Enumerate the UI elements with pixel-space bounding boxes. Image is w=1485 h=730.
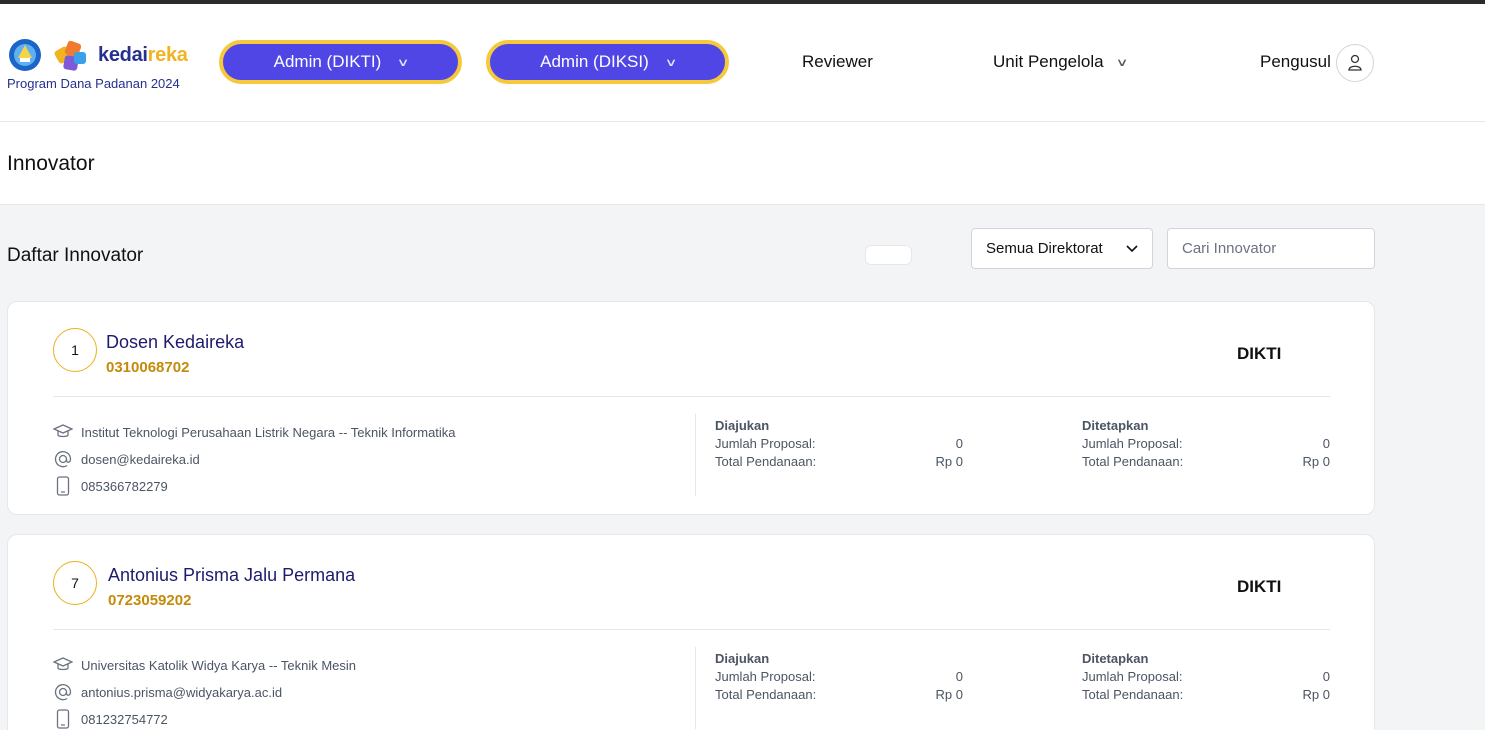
at-sign-icon bbox=[53, 682, 73, 702]
diajukan-heading: Diajukan bbox=[715, 418, 770, 433]
institution-text: Institut Teknologi Perusahaan Listrik Ne… bbox=[81, 424, 456, 440]
jumlah-proposal-label: Jumlah Proposal: bbox=[715, 669, 816, 684]
jumlah-proposal-label: Jumlah Proposal: bbox=[1082, 669, 1183, 684]
email-text: antonius.prisma@widyakarya.ac.id bbox=[81, 684, 283, 700]
nav-unit-pengelola[interactable]: Unit Pengelola ∨ bbox=[993, 52, 1129, 72]
innovator-id: 0310068702 bbox=[106, 359, 190, 376]
chevron-down-icon bbox=[1126, 244, 1138, 252]
chevron-down-icon: ∨ bbox=[1115, 56, 1129, 69]
diajukan-jumlah-value: 0 bbox=[955, 436, 963, 451]
institution-row: Institut Teknologi Perusahaan Listrik Ne… bbox=[53, 422, 456, 442]
admin-diksi-label: Admin (DIKSI) bbox=[540, 52, 649, 71]
admin-dikti-button[interactable]: Admin (DIKTI) ∨ bbox=[219, 40, 462, 84]
tut-wuri-logo-icon bbox=[9, 39, 41, 71]
vertical-divider bbox=[695, 647, 696, 729]
brand-name: kedaireka bbox=[98, 44, 188, 66]
phone-icon bbox=[53, 709, 73, 729]
diajukan-total-value: Rp 0 bbox=[935, 687, 963, 702]
phone-icon bbox=[53, 476, 73, 496]
divider bbox=[53, 629, 1330, 630]
innovator-directorate: DIKTI bbox=[1237, 344, 1282, 363]
innovator-name[interactable]: Antonius Prisma Jalu Permana bbox=[108, 565, 355, 586]
nav-pengusul-label: Pengusul bbox=[1260, 52, 1331, 71]
phone-row: 085366782279 bbox=[53, 476, 168, 496]
user-icon bbox=[1348, 54, 1362, 71]
search-input[interactable] bbox=[1167, 228, 1375, 269]
graduation-cap-icon bbox=[53, 655, 73, 675]
ditetapkan-total-value: Rp 0 bbox=[1302, 454, 1330, 469]
ditetapkan-jumlah-value: 0 bbox=[1322, 436, 1330, 451]
total-pendanaan-label: Total Pendanaan: bbox=[1082, 687, 1184, 702]
directorate-select-value: Semua Direktorat bbox=[986, 240, 1103, 257]
graduation-cap-icon bbox=[53, 422, 73, 442]
email-row: antonius.prisma@widyakarya.ac.id bbox=[53, 682, 282, 702]
user-avatar-button[interactable] bbox=[1336, 44, 1374, 82]
ditetapkan-heading: Ditetapkan bbox=[1082, 418, 1149, 433]
chevron-down-icon: ∨ bbox=[664, 56, 678, 69]
ditetapkan-jumlah-value: 0 bbox=[1322, 669, 1330, 684]
diajukan-jumlah-value: 0 bbox=[955, 669, 963, 684]
email-row: dosen@kedaireka.id bbox=[53, 449, 200, 469]
app-header: kedaireka Program Dana Padanan 2024 Admi… bbox=[0, 4, 1485, 122]
phone-text: 085366782279 bbox=[81, 478, 168, 494]
institution-row: Universitas Katolik Widya Karya -- Tekni… bbox=[53, 655, 356, 675]
page-title: Innovator bbox=[7, 152, 95, 175]
innovator-directorate: DIKTI bbox=[1237, 577, 1282, 596]
innovator-number: 1 bbox=[53, 328, 97, 372]
program-name: Program Dana Padanan 2024 bbox=[7, 76, 180, 91]
nav-pengusul[interactable]: Pengusul bbox=[1260, 52, 1331, 72]
diajukan-stats: Diajukan Jumlah Proposal: 0 Total Pendana… bbox=[715, 418, 963, 471]
nav-unit-pengelola-label: Unit Pengelola bbox=[993, 52, 1104, 71]
innovator-number: 7 bbox=[53, 561, 97, 605]
nav-reviewer-label: Reviewer bbox=[802, 52, 873, 71]
blank-toggle[interactable] bbox=[865, 245, 912, 265]
jumlah-proposal-label: Jumlah Proposal: bbox=[1082, 436, 1183, 451]
total-pendanaan-label: Total Pendanaan: bbox=[1082, 454, 1184, 469]
admin-dikti-label: Admin (DIKTI) bbox=[273, 52, 382, 71]
chevron-down-icon: ∨ bbox=[396, 56, 410, 69]
ditetapkan-heading: Ditetapkan bbox=[1082, 651, 1149, 666]
total-pendanaan-label: Total Pendanaan: bbox=[715, 454, 817, 469]
admin-diksi-button[interactable]: Admin (DIKSI) ∨ bbox=[486, 40, 729, 84]
divider bbox=[53, 396, 1330, 397]
directorate-select[interactable]: Semua Direktorat bbox=[971, 228, 1153, 269]
ditetapkan-stats: Ditetapkan Jumlah Proposal: 0 Total Penda… bbox=[1082, 418, 1330, 471]
innovator-id: 0723059202 bbox=[108, 592, 192, 609]
jumlah-proposal-label: Jumlah Proposal: bbox=[715, 436, 816, 451]
innovator-name[interactable]: Dosen Kedaireka bbox=[106, 332, 244, 353]
kedaireka-logo[interactable]: kedaireka Program Dana Padanan 2024 bbox=[7, 38, 208, 98]
list-title: Daftar Innovator bbox=[7, 245, 144, 266]
phone-row: 081232754772 bbox=[53, 709, 168, 729]
diajukan-total-value: Rp 0 bbox=[935, 454, 963, 469]
innovator-card[interactable]: 7 Antonius Prisma Jalu Permana 072305920… bbox=[7, 534, 1375, 730]
ditetapkan-stats: Ditetapkan Jumlah Proposal: 0 Total Penda… bbox=[1082, 651, 1330, 704]
innovator-card[interactable]: 1 Dosen Kedaireka 0310068702 DIKTI Insti… bbox=[7, 301, 1375, 515]
nav-reviewer[interactable]: Reviewer bbox=[802, 52, 873, 72]
diajukan-heading: Diajukan bbox=[715, 651, 770, 666]
phone-text: 081232754772 bbox=[81, 711, 168, 727]
at-sign-icon bbox=[53, 449, 73, 469]
vertical-divider bbox=[695, 414, 696, 496]
total-pendanaan-label: Total Pendanaan: bbox=[715, 687, 817, 702]
institution-text: Universitas Katolik Widya Karya -- Tekni… bbox=[81, 657, 357, 673]
ditetapkan-total-value: Rp 0 bbox=[1302, 687, 1330, 702]
diajukan-stats: Diajukan Jumlah Proposal: 0 Total Pendana… bbox=[715, 651, 963, 704]
kedaireka-symbol-icon bbox=[54, 40, 86, 71]
page-title-bar: Innovator bbox=[0, 122, 1485, 205]
email-text: dosen@kedaireka.id bbox=[81, 451, 200, 467]
